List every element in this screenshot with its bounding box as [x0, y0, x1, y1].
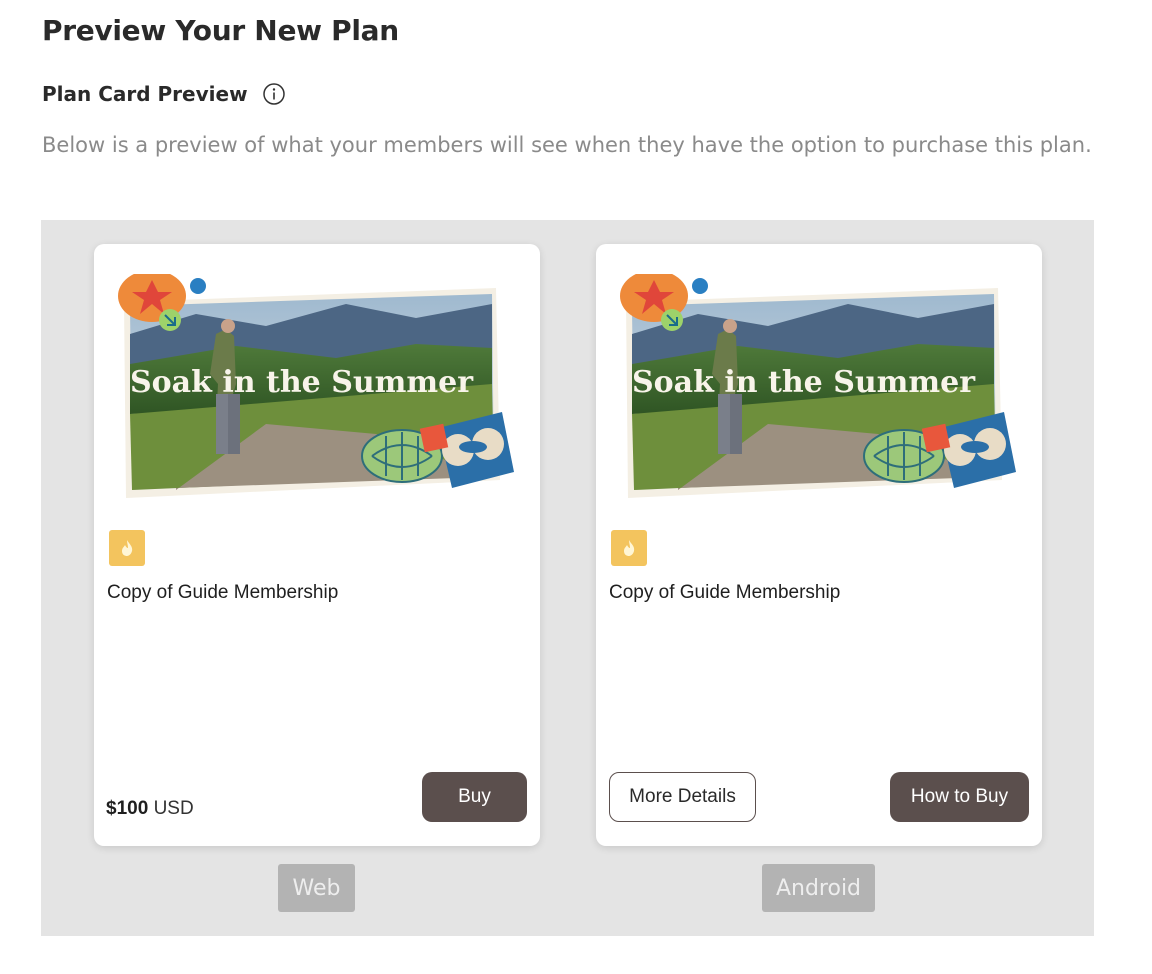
info-icon[interactable] — [262, 82, 286, 106]
plan-card-web: Soak in the Summer Copy of Guide Members… — [94, 244, 540, 846]
plan-cover-image: Soak in the Summer — [620, 274, 1016, 498]
section-title-label: Plan Card Preview — [42, 82, 248, 106]
flame-icon — [624, 540, 635, 556]
plan-cover-image: Soak in the Summer — [118, 274, 514, 498]
preview-area: Soak in the Summer Copy of Guide Members… — [41, 220, 1094, 936]
plan-price: $100 USD — [106, 798, 194, 820]
cover-image-title: Soak in the Summer — [632, 365, 976, 400]
plan-name: Copy of Guide Membership — [609, 582, 841, 603]
price-currency: USD — [153, 798, 194, 819]
plan-badge — [611, 530, 647, 566]
section-title: Plan Card Preview — [42, 82, 286, 106]
price-amount: $100 — [106, 798, 149, 819]
platform-tab-web[interactable]: Web — [278, 864, 355, 912]
more-details-button[interactable]: More Details — [609, 772, 756, 822]
page-title: Preview Your New Plan — [42, 14, 399, 47]
plan-badge — [109, 530, 145, 566]
buy-button[interactable]: Buy — [422, 772, 527, 822]
section-description: Below is a preview of what your members … — [42, 133, 1092, 157]
plan-card-android: Soak in the Summer Copy of Guide Members… — [596, 244, 1042, 846]
plan-name: Copy of Guide Membership — [107, 582, 339, 603]
flame-icon — [122, 540, 133, 556]
platform-tab-android[interactable]: Android — [762, 864, 875, 912]
how-to-buy-button[interactable]: How to Buy — [890, 772, 1029, 822]
cover-image-title: Soak in the Summer — [130, 365, 474, 400]
